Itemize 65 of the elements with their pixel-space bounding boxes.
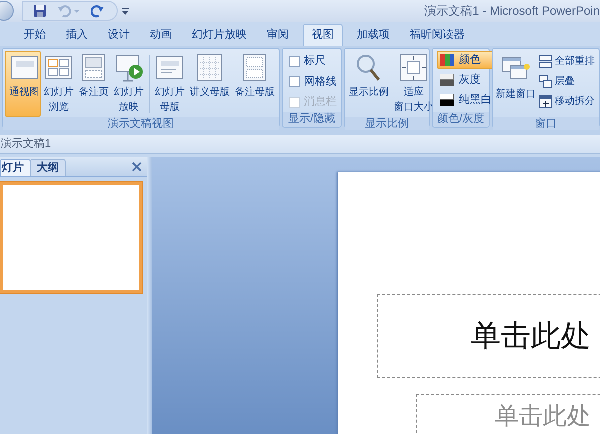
ribbon-button[interactable]: 幻灯片 母版 — [153, 51, 187, 117]
projector-screen-icon — [115, 54, 143, 82]
checkbox-label: 标尺 — [304, 54, 326, 69]
save-icon[interactable] — [33, 4, 47, 18]
pane-tab[interactable]: 灯片 — [0, 159, 31, 176]
checkbox-label: 网格线 — [304, 74, 337, 90]
placeholder-text: 单击此处 — [471, 318, 591, 356]
window-title: 演示文稿1 - Microsoft PowerPoin — [424, 3, 600, 20]
slide-grid-icon — [45, 54, 73, 82]
ribbon-tab[interactable]: 设计 — [98, 24, 140, 46]
ribbon-button[interactable]: 讲义母版 — [188, 51, 232, 117]
ribbon-button[interactable]: 层叠 — [539, 73, 595, 90]
ribbon-button[interactable]: 幻灯片 浏览 — [42, 51, 76, 117]
ribbon-tab[interactable]: 视图 — [303, 24, 343, 46]
checkbox-label: 消息栏 — [304, 95, 337, 110]
shade-swatch-icon — [440, 74, 454, 86]
ribbon-button[interactable]: 移动拆分 — [539, 93, 595, 110]
ribbon-tab[interactable]: 幻灯片放映 — [182, 24, 257, 46]
palette-swatch-icon — [440, 54, 454, 66]
placeholder-text: 单击此处 — [495, 402, 591, 430]
group-label: 窗口 — [535, 116, 557, 130]
undo-icon[interactable] — [57, 4, 81, 18]
checkbox[interactable] — [289, 56, 300, 67]
office-button[interactable] — [0, 1, 14, 21]
title-placeholder[interactable]: 单击此处 — [377, 294, 600, 378]
ribbon-button[interactable]: 新建窗口 — [495, 51, 537, 117]
ribbon-button[interactable]: 全部重排 — [539, 53, 595, 70]
handout-grid-icon — [196, 54, 224, 82]
notes-master-icon — [241, 54, 269, 82]
fit-to-window-icon — [400, 54, 428, 82]
group-label: 显示比例 — [365, 117, 409, 130]
magnifier-icon — [355, 54, 383, 82]
group-label: 显示/隐藏 — [288, 112, 336, 128]
move-split-icon — [539, 94, 553, 108]
document-title: 演示文稿1 — [1, 136, 52, 152]
notes-page-icon — [80, 54, 108, 82]
slide-thumbnail[interactable] — [0, 182, 142, 293]
ribbon-button[interactable]: 通视图 — [5, 51, 41, 117]
ribbon-tab[interactable]: 动画 — [140, 24, 182, 46]
group-label: 颜色/灰度 — [437, 112, 485, 128]
new-window-icon — [502, 55, 530, 81]
redo-icon[interactable] — [91, 4, 105, 18]
ribbon-tab[interactable]: 福昕阅读器 — [400, 24, 475, 46]
slide-layout-icon — [10, 54, 38, 82]
ribbon-tab[interactable]: 开始 — [14, 24, 56, 46]
ribbon-button[interactable]: 颜色 — [437, 51, 495, 69]
ribbon-button[interactable]: 灰度 — [437, 71, 495, 89]
customize-caret-icon[interactable] — [122, 8, 129, 14]
ribbon-button[interactable]: 幻灯片 放映 — [112, 51, 146, 117]
close-icon[interactable] — [132, 162, 142, 172]
slide-canvas[interactable]: 单击此处 单击此处 — [338, 172, 600, 434]
ribbon-tab[interactable]: 插入 — [56, 24, 98, 46]
group-label: 演示文稿视图 — [108, 116, 174, 130]
ribbon-button[interactable]: 备注页 — [77, 51, 111, 117]
pane-tab[interactable]: 大纲 — [30, 159, 66, 176]
ribbon-button[interactable]: 纯黑白 — [437, 91, 495, 109]
slide-master-icon — [156, 54, 184, 82]
cascade-icon — [539, 74, 553, 88]
ribbon-button[interactable]: 显示比例 — [347, 51, 391, 117]
checkbox[interactable] — [289, 76, 300, 88]
arrange-all-icon — [539, 54, 553, 68]
ribbon-tab[interactable]: 加载项 — [347, 24, 400, 46]
ribbon-tab[interactable]: 审阅 — [257, 24, 299, 46]
contrast-swatch-icon — [440, 94, 454, 106]
ribbon-button[interactable]: 备注母版 — [233, 51, 277, 117]
